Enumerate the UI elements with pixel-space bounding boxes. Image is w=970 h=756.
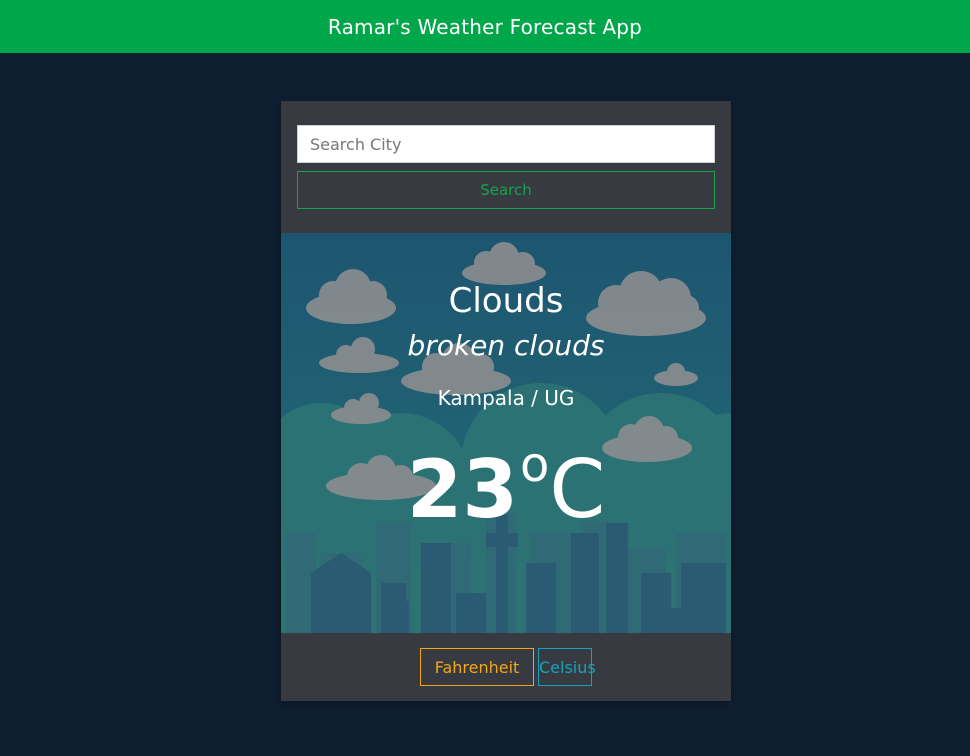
weather-card: Search City Search Clouds broken clouds … [281, 101, 731, 701]
weather-scene: Clouds broken clouds Kampala / UG 23 o C [281, 233, 731, 633]
fahrenheit-button[interactable]: Fahrenheit [420, 648, 534, 686]
search-city-input[interactable] [297, 125, 715, 163]
temperature-value: 23 [406, 443, 519, 536]
temperature-display: 23 o C [281, 437, 731, 536]
degree-symbol: o [520, 437, 550, 493]
weather-main: Clouds [448, 281, 564, 321]
app-header: Ramar's Weather Forecast App [0, 0, 970, 53]
location-label: Kampala / UG [437, 386, 575, 410]
search-button[interactable]: Search [297, 171, 715, 209]
temperature-unit: C [549, 443, 606, 536]
celsius-button[interactable]: Celsius [538, 648, 596, 686]
weather-description: broken clouds [407, 329, 605, 362]
app-title: Ramar's Weather Forecast App [327, 14, 643, 39]
unit-toggle: Fahrenheit Celsius [281, 633, 731, 701]
